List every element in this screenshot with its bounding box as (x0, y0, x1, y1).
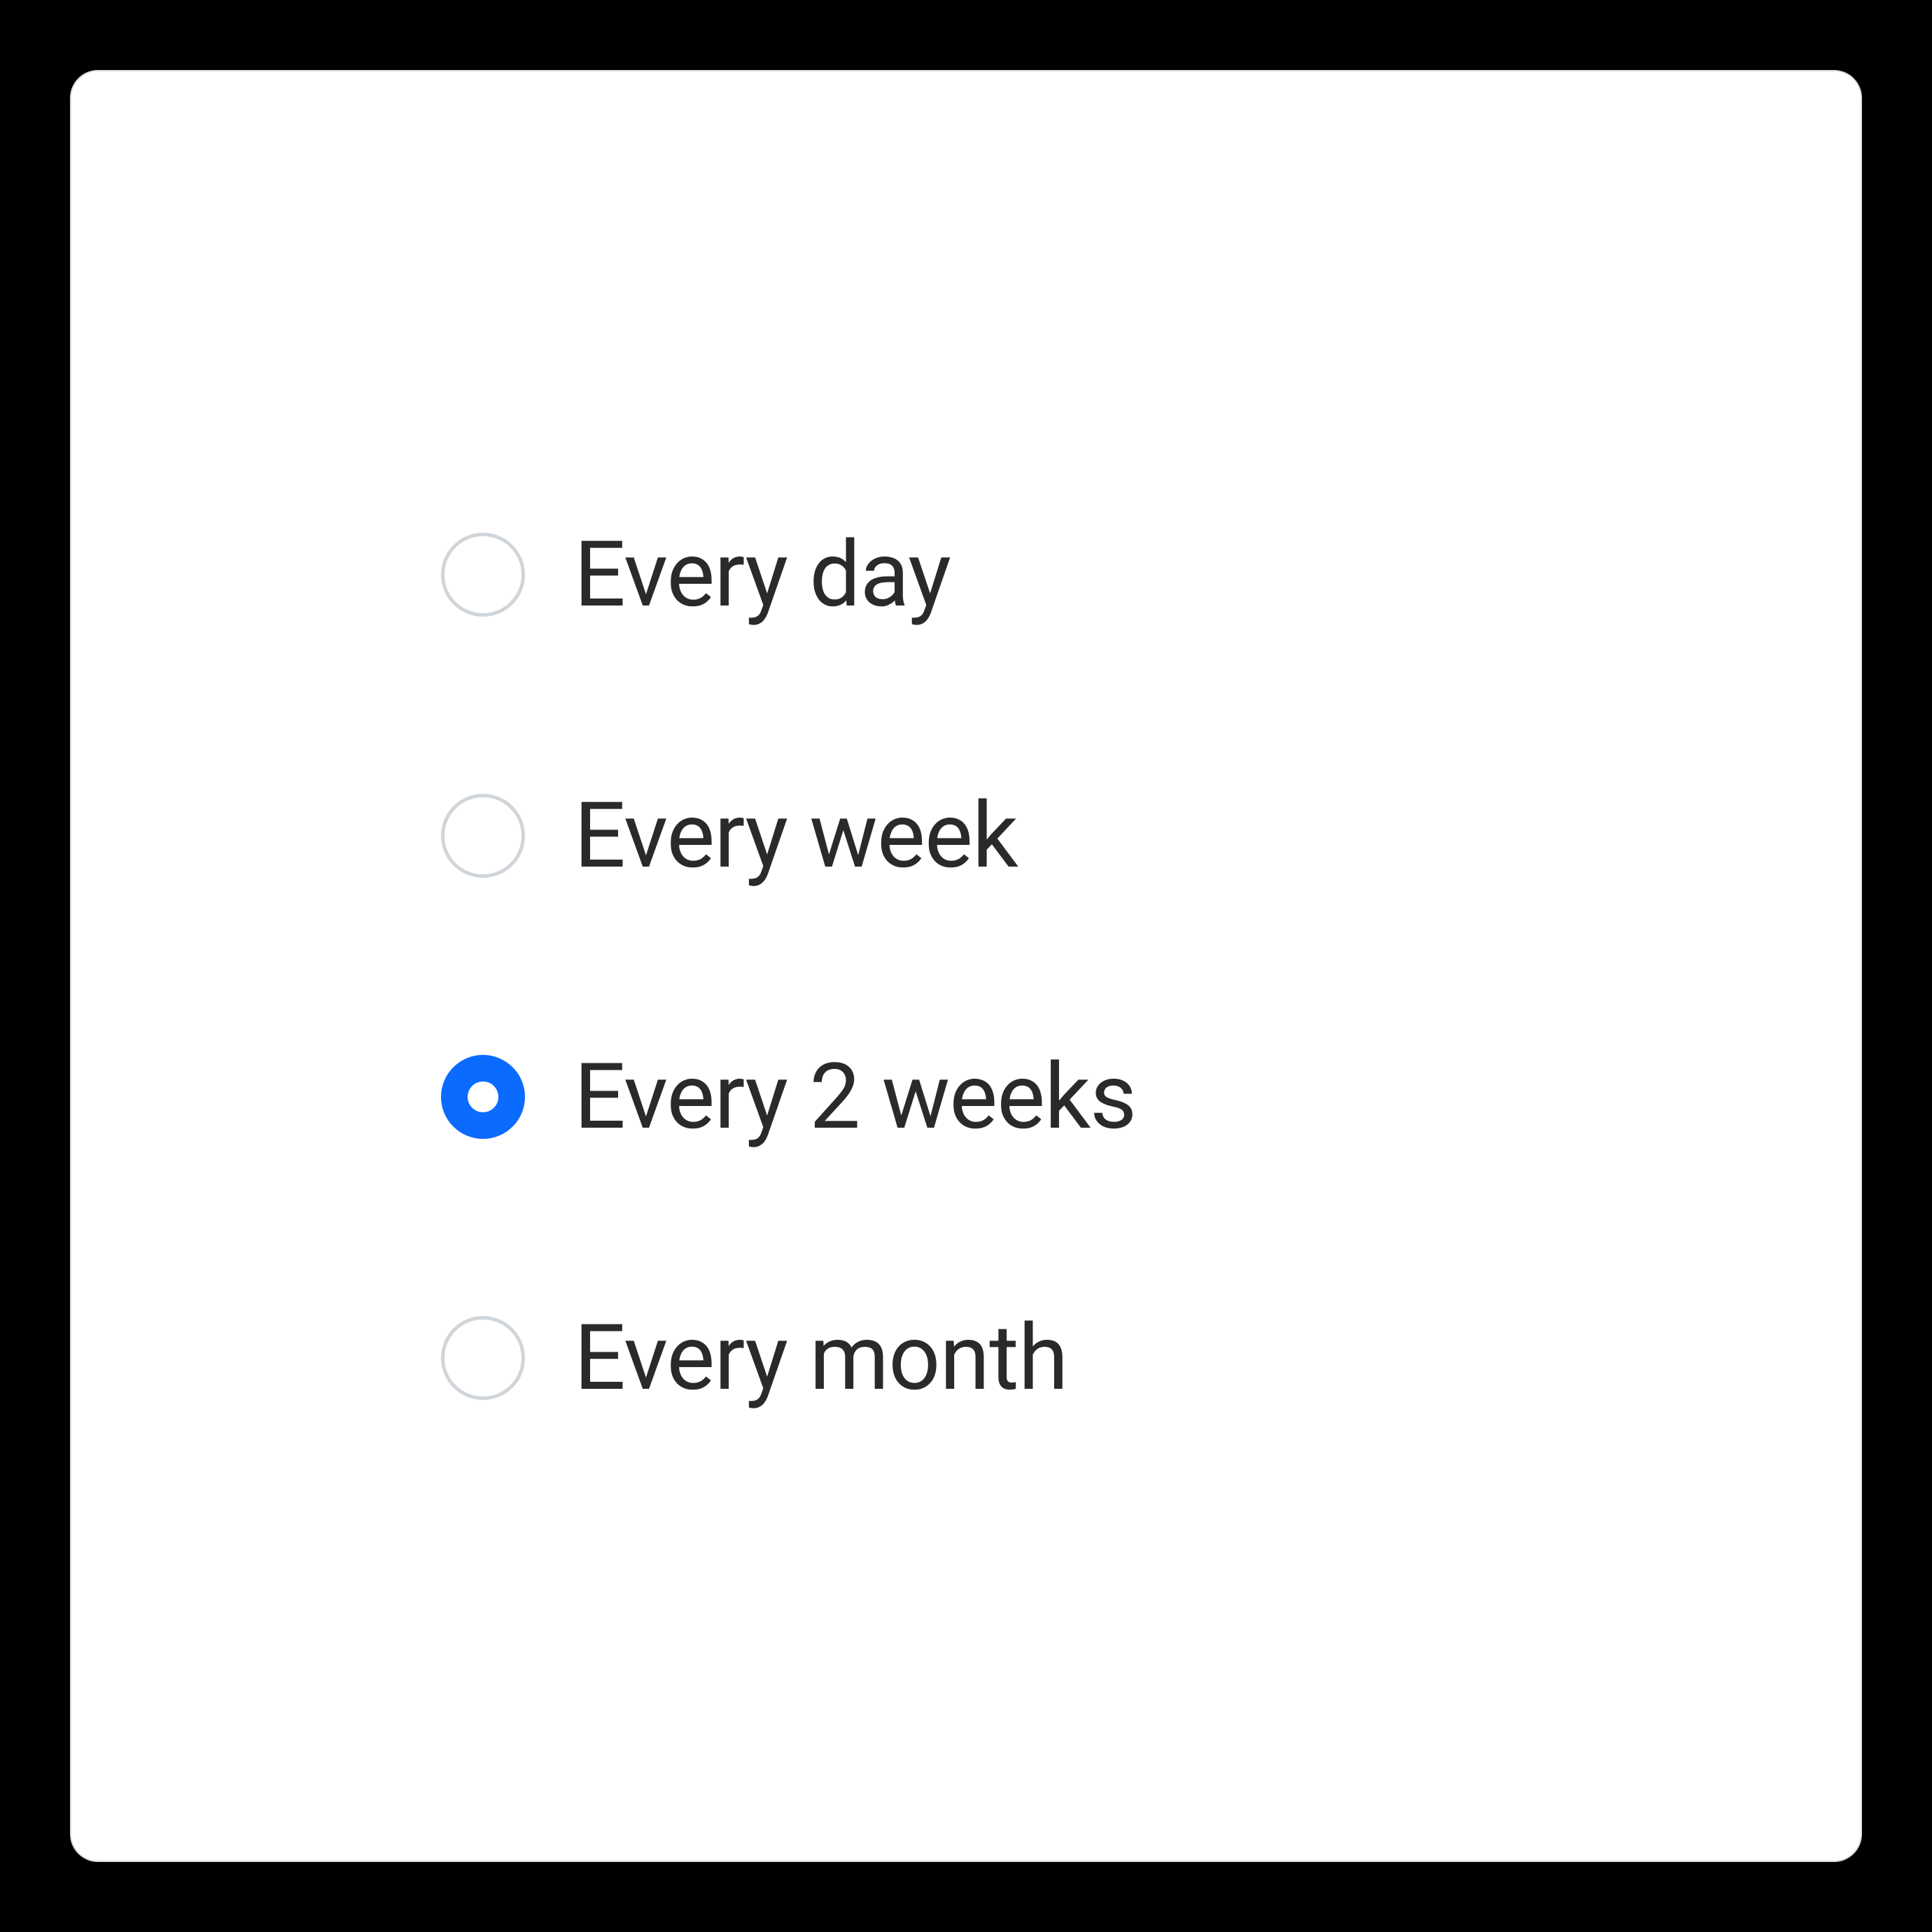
radio-option-every-2-weeks[interactable]: Every 2 weeks (441, 1043, 1561, 1150)
radio-label: Every week (574, 782, 1018, 889)
radio-card: Every day Every week Every 2 weeks Every… (70, 70, 1862, 1862)
radio-label: Every 2 weeks (574, 1043, 1136, 1150)
radio-option-every-month[interactable]: Every month (441, 1304, 1561, 1411)
radio-icon-selected (441, 1055, 525, 1139)
radio-label: Every day (574, 521, 951, 628)
radio-option-every-week[interactable]: Every week (441, 782, 1561, 889)
radio-icon (441, 794, 525, 878)
radio-icon (441, 1316, 525, 1400)
radio-icon (441, 533, 525, 617)
radio-label: Every month (574, 1304, 1068, 1411)
radio-option-every-day[interactable]: Every day (441, 521, 1561, 628)
frequency-radio-group: Every day Every week Every 2 weeks Every… (371, 521, 1561, 1411)
